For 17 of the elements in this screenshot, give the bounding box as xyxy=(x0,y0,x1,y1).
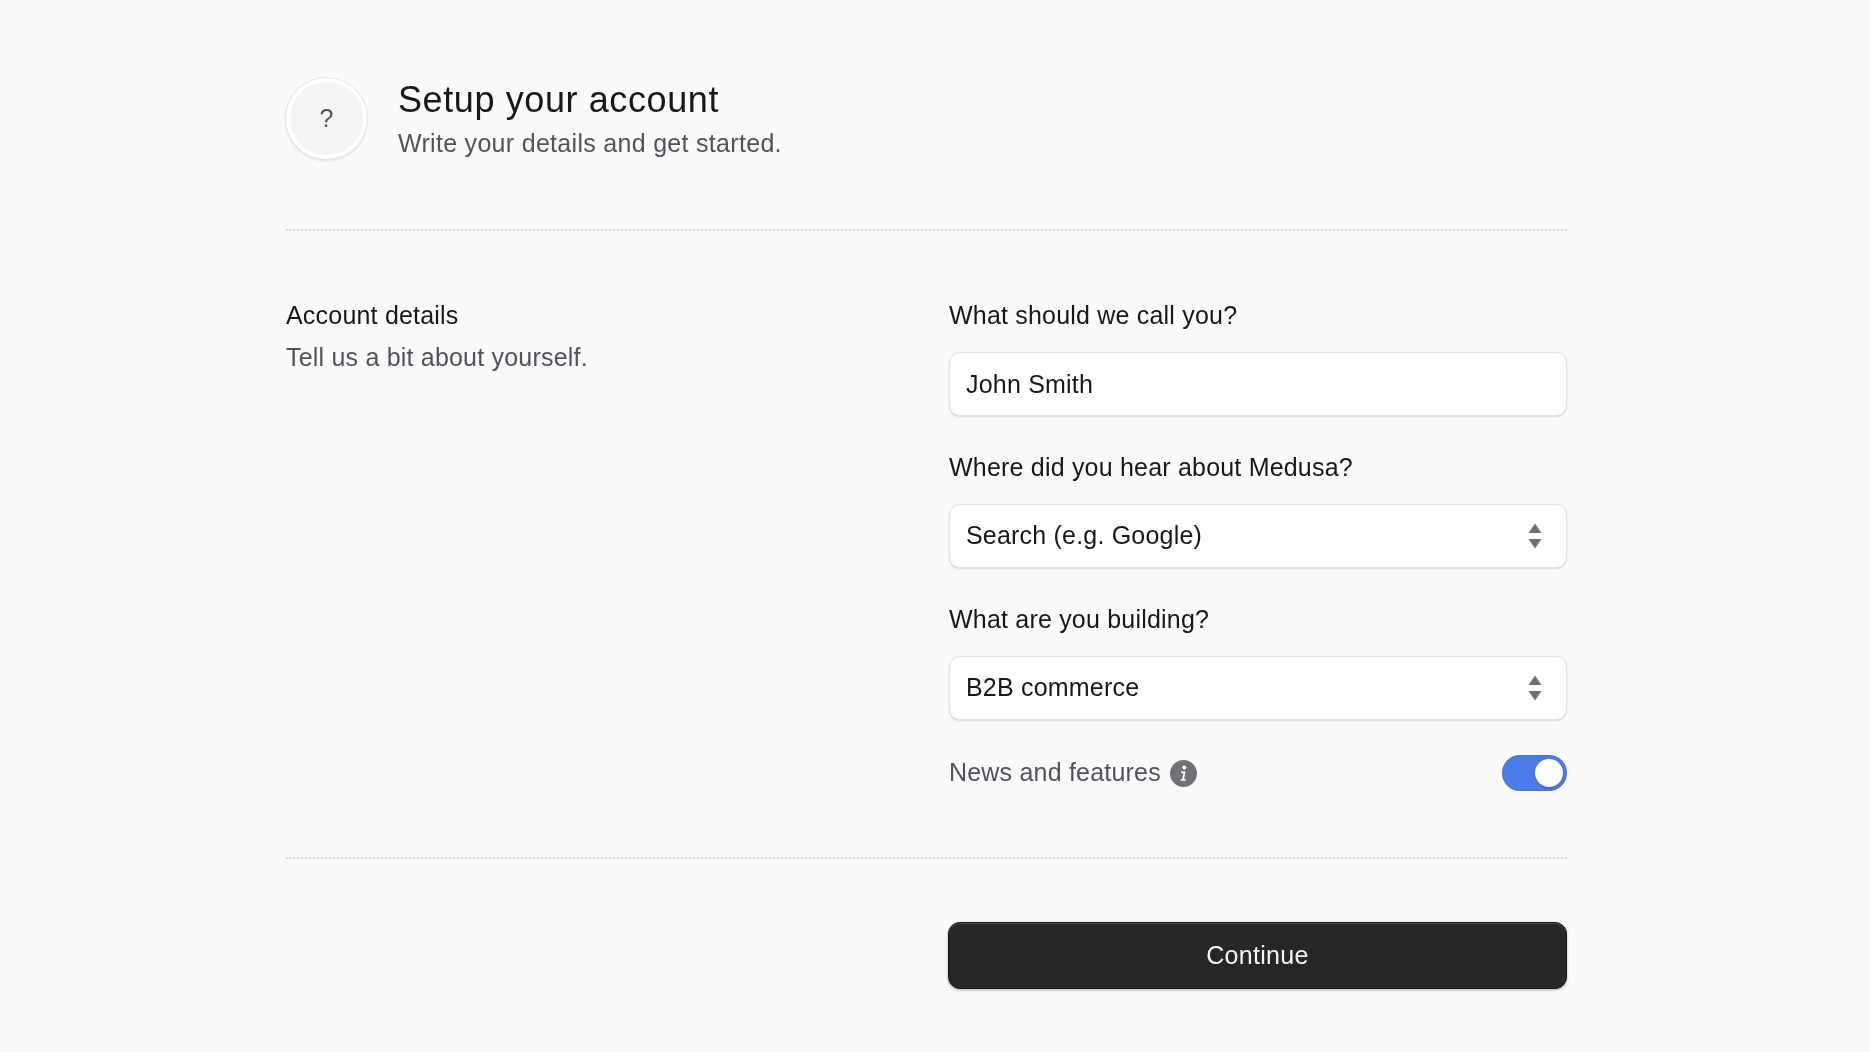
name-input-field[interactable]: John Smith xyxy=(949,352,1567,416)
section-title: Account details xyxy=(286,301,460,329)
up-down-caret-icon xyxy=(1528,675,1542,701)
page-subtitle: Write your details and get started. xyxy=(398,127,782,159)
info-icon xyxy=(1169,759,1197,787)
field-label: Where did you hear about Medusa? xyxy=(949,453,1354,481)
select-field[interactable]: Search (e.g. Google) xyxy=(949,504,1567,568)
field-label: What are you building? xyxy=(949,605,1211,633)
select-field[interactable]: B2B commerce xyxy=(949,656,1567,720)
field-label: What should we call you? xyxy=(949,301,1239,329)
continue-button[interactable]: Continue xyxy=(948,922,1567,989)
toggle-switch[interactable] xyxy=(1502,755,1567,791)
toggle-label: News and features xyxy=(949,757,1161,789)
up-down-caret-icon xyxy=(1528,523,1542,549)
avatar: ? xyxy=(286,78,367,159)
page-title: Setup your account xyxy=(398,78,720,121)
section-description: Tell us a bit about yourself. xyxy=(286,342,589,373)
